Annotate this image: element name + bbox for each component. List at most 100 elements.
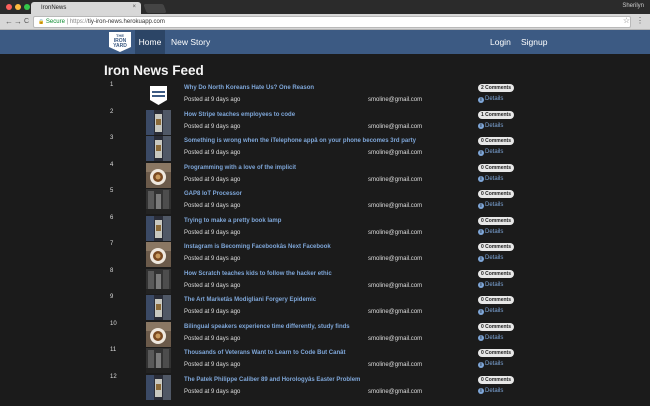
story-posted-time: Posted at 9 days ago — [184, 229, 241, 236]
comments-badge[interactable]: 0 Comments — [478, 137, 515, 145]
story-title-link[interactable]: Thousands of Veterans Want to Learn to C… — [184, 350, 345, 356]
story-row: 12 The Patek Philippe Caliber 89 and Horo… — [0, 374, 650, 401]
site-navbar — [0, 30, 650, 54]
comments-badge[interactable]: 0 Comments — [478, 296, 515, 304]
bookmark-star-icon[interactable]: ☆ — [623, 16, 630, 25]
story-thumbnail[interactable] — [146, 295, 171, 320]
story-thumbnail[interactable] — [146, 136, 171, 161]
story-row: 4 Programming with a love of the implicit… — [0, 162, 650, 189]
tab-close-icon[interactable]: × — [132, 4, 136, 10]
story-posted-time: Posted at 9 days ago — [184, 256, 241, 262]
nav-signup-link[interactable]: Signup — [521, 30, 547, 54]
details-link[interactable]: i Details — [478, 335, 503, 341]
address-bar[interactable]: 🔒 Secure | https://tiy-iron-news.herokua… — [33, 16, 631, 28]
iron-yard-logo[interactable]: THE IRON YARD — [108, 31, 132, 53]
details-link[interactable]: i Details — [478, 387, 504, 394]
details-link[interactable]: i Details — [478, 176, 503, 182]
details-link[interactable]: i Details — [478, 122, 504, 129]
story-rank: 10 — [110, 320, 117, 327]
forward-icon[interactable]: → — [14, 17, 22, 27]
story-title-link[interactable]: Instagram is Becoming Facebookâs Next Fa… — [184, 244, 331, 250]
story-thumbnail[interactable] — [146, 215, 171, 241]
maximize-window-icon[interactable] — [24, 4, 30, 10]
story-title-link[interactable]: Trying to make a pretty book lamp — [184, 218, 281, 224]
details-label: Details — [485, 308, 504, 314]
details-link[interactable]: i Details — [478, 308, 503, 315]
nav-new-story-link[interactable]: New Story — [171, 30, 210, 54]
reload-icon[interactable]: C — [24, 17, 29, 27]
story-rank: 2 — [110, 108, 114, 115]
story-feed: 1 Why Do North Koreans Hate Us? One Reaso… — [0, 82, 650, 400]
details-label: Details — [485, 122, 504, 129]
story-row: 2 How Stripe teaches employees to code Pos… — [0, 109, 650, 136]
details-link[interactable]: i Details — [478, 96, 503, 103]
details-link[interactable]: i Details — [478, 229, 503, 235]
minimize-window-icon[interactable] — [15, 4, 21, 10]
comments-badge[interactable]: 2 Comments — [478, 84, 515, 92]
details-label: Details — [485, 96, 504, 102]
story-title-link[interactable]: The Patek Philippe Caliber 89 and Horolo… — [184, 377, 360, 383]
story-title-link[interactable]: The Art Marketâs Modigliani Forgery Epid… — [184, 297, 316, 303]
story-thumbnail[interactable] — [146, 374, 171, 400]
details-label: Details — [485, 387, 504, 394]
details-label: Details — [485, 202, 504, 208]
comments-badge[interactable]: 0 Comments — [478, 322, 515, 331]
back-icon[interactable]: ← — [5, 17, 13, 27]
story-thumbnail[interactable] — [146, 162, 171, 188]
secure-label: Secure — [45, 19, 65, 25]
comments-badge[interactable]: 0 Comments — [478, 190, 515, 198]
story-author-email: smoline@gmail.com — [368, 335, 423, 342]
comments-badge[interactable]: 0 Comments — [478, 375, 515, 384]
story-title-link[interactable]: Something is wrong when the iTelephone a… — [184, 138, 416, 144]
story-thumbnail[interactable] — [146, 83, 171, 108]
comments-badge[interactable]: 0 Comments — [478, 269, 515, 278]
close-window-icon[interactable] — [6, 4, 12, 10]
info-icon: i — [478, 149, 484, 156]
nav-home-link[interactable]: Home — [135, 30, 165, 54]
comments-badge[interactable]: 1 Comments — [478, 110, 515, 119]
details-link[interactable]: i Details — [478, 202, 503, 209]
story-author-email: smoline@gmail.com — [368, 150, 423, 156]
info-icon: i — [478, 361, 484, 368]
story-author-email: smoline@gmail.com — [368, 309, 423, 315]
browser-tab[interactable]: IronNews × — [31, 2, 141, 14]
story-posted-time: Posted at 9 days ago — [184, 203, 241, 209]
comments-badge[interactable]: 0 Comments — [478, 163, 515, 172]
story-title-link[interactable]: Bilingual speakers experience time diffe… — [184, 324, 350, 330]
story-title-link[interactable]: Why Do North Koreans Hate Us? One Reason — [184, 85, 314, 91]
browser-titlebar: IronNews × Sherilyn — [0, 0, 650, 14]
story-thumbnail[interactable] — [146, 242, 171, 267]
page-title: Iron News Feed — [104, 63, 204, 78]
details-link[interactable]: i Details — [478, 361, 503, 368]
comments-badge[interactable]: 0 Comments — [478, 216, 515, 225]
story-rank: 3 — [110, 135, 114, 141]
info-icon: i — [478, 96, 484, 103]
new-tab-button[interactable] — [143, 4, 167, 13]
story-title-link[interactable]: Programming with a love of the implicit — [184, 165, 296, 171]
story-title-link[interactable]: How Scratch teaches kids to follow the h… — [184, 271, 332, 277]
story-author-email: smoline@gmail.com — [368, 388, 423, 395]
info-icon: i — [478, 123, 484, 129]
comments-badge[interactable]: 0 Comments — [478, 243, 515, 251]
story-rank: 6 — [110, 214, 114, 221]
info-icon: i — [478, 388, 484, 394]
story-title-link[interactable]: GAP8 IoT Processor — [184, 191, 242, 197]
story-thumbnail[interactable] — [146, 268, 171, 294]
nav-login-link[interactable]: Login — [490, 30, 511, 54]
story-thumbnail[interactable] — [146, 321, 171, 347]
story-thumbnail[interactable] — [146, 109, 171, 135]
details-link[interactable]: i Details — [478, 255, 503, 262]
story-rank: 1 — [110, 82, 114, 88]
browser-menu-icon[interactable]: ⋮ — [636, 16, 644, 25]
story-thumbnail[interactable] — [146, 348, 171, 373]
story-row: 10 Bilingual speakers experience time dif… — [0, 321, 650, 348]
comments-badge[interactable]: 0 Comments — [478, 349, 515, 357]
profile-name[interactable]: Sherilyn — [622, 3, 644, 9]
browser-toolbar: ← → C 🔒 Secure | https://tiy-iron-news.h… — [0, 14, 650, 30]
story-title-link[interactable]: How Stripe teaches employees to code — [184, 112, 295, 118]
story-posted-time: Posted at 9 days ago — [184, 97, 241, 103]
details-link[interactable]: i Details — [478, 282, 503, 288]
story-rank: 12 — [110, 373, 117, 380]
story-thumbnail[interactable] — [146, 189, 171, 214]
details-link[interactable]: i Details — [478, 149, 503, 156]
